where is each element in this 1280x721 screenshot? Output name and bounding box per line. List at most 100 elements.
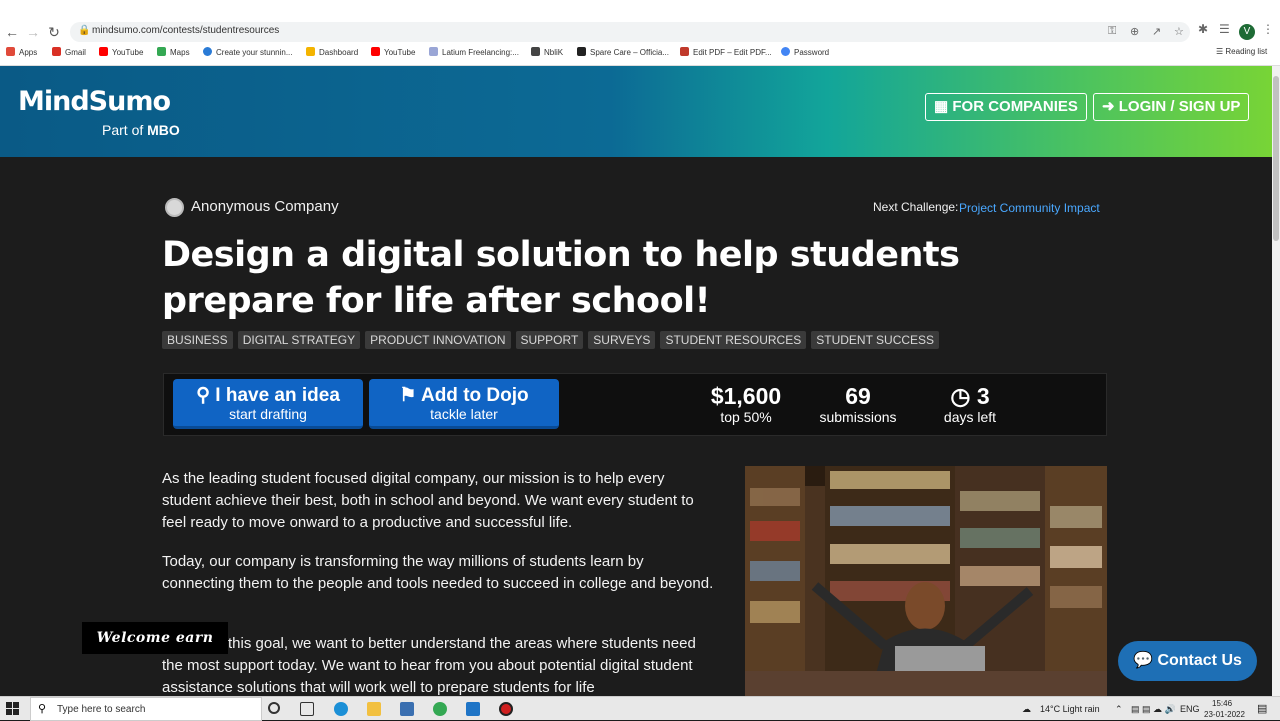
idea-button[interactable]: ⚲ I have an idea start drafting bbox=[173, 379, 363, 429]
tray-chevron-icon[interactable]: ⌃ bbox=[1115, 704, 1123, 715]
tag[interactable]: PRODUCT INNOVATION bbox=[365, 331, 511, 349]
weather-icon: ☁ bbox=[1022, 704, 1031, 714]
reading-list[interactable]: ☰ Reading list bbox=[1216, 47, 1267, 56]
next-challenge-label: Next Challenge: bbox=[873, 200, 959, 214]
bookmark-star-icon[interactable]: ☆ bbox=[1174, 25, 1184, 38]
apps-icon bbox=[6, 47, 15, 56]
clock-time[interactable]: 15:46 bbox=[1212, 699, 1232, 708]
bookmark-icon: ⚑ bbox=[399, 385, 417, 406]
description-paragraph-1: As the leading student focused digital c… bbox=[162, 470, 694, 531]
zoom-icon[interactable]: ⊕ bbox=[1130, 25, 1139, 38]
url-text[interactable]: mindsumo.com/contests/studentresources bbox=[92, 25, 279, 36]
description-paragraph-3: this goal, we want to better understand … bbox=[162, 635, 696, 696]
pdf-icon bbox=[680, 47, 689, 56]
notifications-icon[interactable]: ▤ bbox=[1257, 702, 1267, 715]
browser-chrome: ← → ↻ 🔒 mindsumo.com/contests/studentres… bbox=[0, 0, 1280, 66]
days-left-stat: ◷ 3 days left bbox=[943, 383, 997, 425]
bookmark-nblik[interactable]: NbliK bbox=[531, 47, 563, 57]
bookmark-spare-care[interactable]: Spare Care – Officia... bbox=[577, 47, 669, 57]
tag[interactable]: STUDENT SUCCESS bbox=[811, 331, 940, 349]
description-paragraph-2: Today, our company is transforming the w… bbox=[162, 553, 714, 592]
extensions-icon[interactable]: ✱ bbox=[1198, 22, 1208, 36]
welcome-banner: Welcome earn bbox=[82, 622, 228, 654]
profile-avatar[interactable]: V bbox=[1239, 24, 1255, 40]
building-icon: ▦ bbox=[934, 98, 949, 115]
scrollbar-thumb[interactable] bbox=[1273, 76, 1279, 241]
forward-icon[interactable]: → bbox=[23, 22, 43, 42]
nblik-icon bbox=[531, 47, 540, 56]
logo-subtitle: Part of MBO bbox=[102, 122, 180, 138]
chrome-icon[interactable] bbox=[433, 702, 447, 716]
latium-icon bbox=[429, 47, 438, 56]
language-indicator[interactable]: ENG bbox=[1180, 704, 1200, 714]
company-name: Anonymous Company bbox=[191, 198, 339, 215]
windows-start-icon[interactable] bbox=[6, 702, 19, 715]
sign-in-icon: ➜ bbox=[1102, 98, 1115, 115]
store-icon[interactable] bbox=[400, 702, 414, 716]
spare-care-icon bbox=[577, 47, 586, 56]
tag[interactable]: DIGITAL STRATEGY bbox=[237, 331, 361, 349]
taskbar-search[interactable]: ⚲ Type here to search bbox=[30, 697, 262, 721]
reload-icon[interactable]: ↻ bbox=[44, 22, 64, 42]
next-challenge-link[interactable]: Project Community Impact bbox=[959, 201, 1100, 215]
lightbulb-icon: ⚲ bbox=[196, 385, 210, 406]
tag[interactable]: BUSINESS bbox=[162, 331, 233, 349]
bookmark-gmail[interactable]: Gmail bbox=[52, 47, 86, 57]
edge-icon[interactable] bbox=[334, 702, 348, 716]
bookmark-youtube[interactable]: YouTube bbox=[99, 47, 143, 57]
site-header: MindSumo Part of MBO ▦ FOR COMPANIES ➜ L… bbox=[0, 66, 1272, 157]
task-view-icon[interactable] bbox=[300, 702, 314, 716]
bookmarks-bar: Apps Gmail YouTube Maps Create your stun… bbox=[0, 45, 1280, 63]
youtube-icon bbox=[371, 47, 380, 56]
address-row: ← → ↻ 🔒 mindsumo.com/contests/studentres… bbox=[0, 20, 1280, 44]
login-signup-button[interactable]: ➜ LOGIN / SIGN UP bbox=[1093, 93, 1250, 121]
recorder-icon[interactable] bbox=[499, 702, 513, 716]
key-icon[interactable]: ⚿ bbox=[1108, 25, 1116, 38]
media-icon[interactable]: ☰ bbox=[1219, 22, 1230, 36]
clock-date[interactable]: 23-01-2022 bbox=[1204, 710, 1245, 719]
bookmark-apps[interactable]: Apps bbox=[6, 47, 37, 57]
bookmark-password[interactable]: Password bbox=[781, 47, 829, 57]
submissions-stat: 69 submissions bbox=[819, 383, 897, 425]
photo-illustration bbox=[745, 466, 1107, 696]
add-to-dojo-button[interactable]: ⚑ Add to Dojo tackle later bbox=[369, 379, 559, 429]
cortana-icon[interactable] bbox=[268, 702, 280, 714]
tray-app-icons[interactable]: ▤ ▤ ☁ 🔊 bbox=[1131, 704, 1176, 715]
company-avatar bbox=[165, 198, 184, 217]
bookmark-youtube-2[interactable]: YouTube bbox=[371, 47, 415, 57]
tag[interactable]: STUDENT RESOURCES bbox=[660, 331, 807, 349]
prize-stat: $1,600 top 50% bbox=[710, 383, 782, 425]
page-scrollbar[interactable] bbox=[1272, 66, 1280, 696]
wordpress-icon bbox=[203, 47, 212, 56]
contact-us-button[interactable]: 💬 Contact Us bbox=[1118, 641, 1257, 681]
challenge-title: Design a digital solution to help studen… bbox=[162, 235, 960, 321]
address-bar[interactable]: 🔒 mindsumo.com/contests/studentresources… bbox=[70, 22, 1190, 42]
weather-text[interactable]: 14°C Light rain bbox=[1040, 704, 1100, 714]
action-bar: ⚲ I have an idea start drafting ⚑ Add to… bbox=[163, 373, 1107, 436]
tag[interactable]: SUPPORT bbox=[515, 331, 584, 349]
bookmark-maps[interactable]: Maps bbox=[157, 47, 190, 57]
mail-icon[interactable] bbox=[466, 702, 480, 716]
tag[interactable]: SURVEYS bbox=[588, 331, 656, 349]
bookmark-dashboard[interactable]: Dashboard bbox=[306, 47, 358, 57]
menu-icon[interactable]: ⋮ bbox=[1262, 22, 1274, 36]
clock-icon: ◷ bbox=[950, 383, 971, 409]
maps-icon bbox=[157, 47, 166, 56]
bookmark-latium[interactable]: Latium Freelancing:... bbox=[429, 47, 519, 57]
chat-icon: 💬 bbox=[1133, 652, 1153, 669]
windows-taskbar: ⚲ Type here to search ☁ 14°C Light rain … bbox=[0, 696, 1280, 721]
bookmark-edit-pdf[interactable]: Edit PDF – Edit PDF... bbox=[680, 47, 772, 57]
file-explorer-icon[interactable] bbox=[367, 702, 381, 716]
reading-list-icon: ☰ bbox=[1216, 47, 1226, 56]
tag-list: BUSINESS DIGITAL STRATEGY PRODUCT INNOVATI… bbox=[162, 331, 944, 349]
drive-icon bbox=[306, 47, 315, 56]
student-library-photo bbox=[745, 466, 1107, 696]
youtube-icon bbox=[99, 47, 108, 56]
google-icon bbox=[781, 47, 790, 56]
share-icon[interactable]: ↗ bbox=[1152, 25, 1161, 38]
back-icon[interactable]: ← bbox=[2, 22, 22, 42]
for-companies-button[interactable]: ▦ FOR COMPANIES bbox=[925, 93, 1087, 121]
logo[interactable]: MindSumo bbox=[18, 86, 171, 117]
bookmark-canva[interactable]: Create your stunnin... bbox=[203, 47, 292, 57]
lock-icon: 🔒 bbox=[78, 25, 91, 36]
